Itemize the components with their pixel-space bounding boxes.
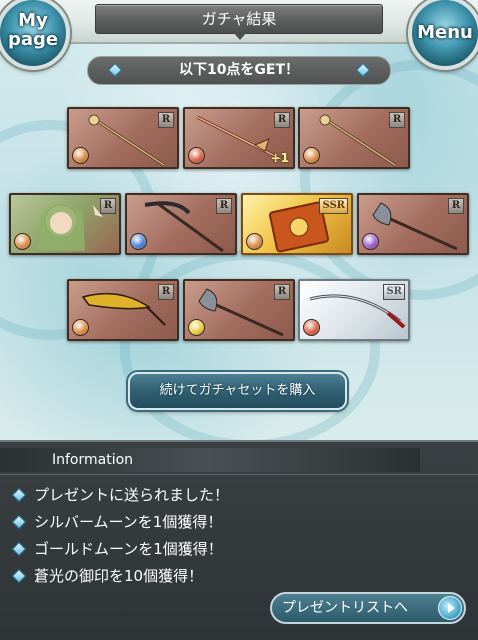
header-bar: ガチャ結果 [0, 0, 478, 44]
page-title: ガチャ結果 [95, 4, 383, 40]
info-row-text: ゴールドムーンを1個獲得！ [34, 540, 223, 558]
rarity-badge: R [389, 112, 405, 128]
present-list-label: プレゼントリストへ [282, 600, 408, 616]
page-title-text: ガチャ結果 [201, 10, 277, 28]
buy-gacha-set-label: 続けてガチャセットを購入 [159, 383, 316, 398]
menu-label: Menu [417, 22, 473, 43]
menu-button[interactable]: Menu [408, 0, 478, 70]
item-card[interactable]: R [183, 279, 295, 341]
fire-element-icon [303, 147, 320, 164]
water-element-icon [130, 233, 147, 250]
rarity-badge: R [274, 112, 290, 128]
fire-element-icon [14, 233, 31, 250]
info-row: プレゼントに送られました！ [11, 482, 230, 508]
item-card[interactable]: R [357, 193, 469, 255]
fire-element-icon [72, 147, 89, 164]
rarity-badge: SSR [319, 198, 348, 214]
rarity-badge: R [216, 198, 232, 214]
info-row: 蒼光の御印を10個獲得！ [11, 563, 204, 589]
item-card[interactable]: SR [298, 279, 410, 341]
title-pointer-icon [233, 32, 247, 40]
item-card[interactable]: R [9, 193, 121, 255]
diamond-icon [11, 568, 27, 584]
arrow-right-icon [438, 596, 462, 620]
dark-element-icon [362, 233, 379, 250]
info-row: シルバームーンを1個獲得！ [11, 509, 223, 535]
information-title: Information [0, 448, 420, 472]
item-card[interactable]: SSR [241, 193, 353, 255]
fire-element-icon [303, 319, 320, 336]
info-row: ゴールドムーンを1個獲得！ [11, 536, 223, 562]
rarity-badge: R [448, 198, 464, 214]
fire-element-icon [188, 147, 205, 164]
diamond-icon [355, 62, 371, 78]
rarity-badge: R [158, 284, 174, 300]
buy-gacha-set-button[interactable]: 続けてガチャセットを購入 [128, 372, 347, 410]
diamond-icon [107, 62, 123, 78]
get-banner-text: 以下10点をGET！ [178, 62, 300, 78]
fire-element-icon [246, 233, 263, 250]
item-card[interactable]: R [67, 107, 179, 169]
mypage-label: My page [7, 10, 59, 50]
rarity-badge: SR [383, 284, 405, 300]
item-card[interactable]: R [125, 193, 237, 255]
info-row-text: シルバームーンを1個獲得！ [34, 513, 223, 531]
plus-bonus-label: +1 [270, 151, 289, 165]
info-row-text: 蒼光の御印を10個獲得！ [34, 567, 204, 585]
diamond-icon [11, 514, 27, 530]
item-card[interactable]: R [67, 279, 179, 341]
info-row-text: プレゼントに送られました！ [34, 486, 230, 504]
get-banner: 以下10点をGET！ [87, 56, 391, 85]
light-element-icon [188, 319, 205, 336]
present-list-button[interactable]: プレゼントリストへ [270, 592, 466, 624]
item-card[interactable]: R +1 [183, 107, 295, 169]
rarity-badge: R [158, 112, 174, 128]
item-card[interactable]: R [298, 107, 410, 169]
fire-element-icon [72, 319, 89, 336]
divider [0, 474, 478, 475]
result-scene: ガチャ結果 My page Menu 以下10点をGET！ R R +1 R R … [0, 0, 478, 440]
bg-swirl [300, 60, 478, 300]
mypage-button[interactable]: My page [0, 0, 70, 70]
diamond-icon [11, 487, 27, 503]
rarity-badge: R [100, 198, 116, 214]
rarity-badge: R [274, 284, 290, 300]
diamond-icon [11, 541, 27, 557]
information-panel: Information プレゼントに送られました！ シルバームーンを1個獲得！ … [0, 440, 478, 640]
